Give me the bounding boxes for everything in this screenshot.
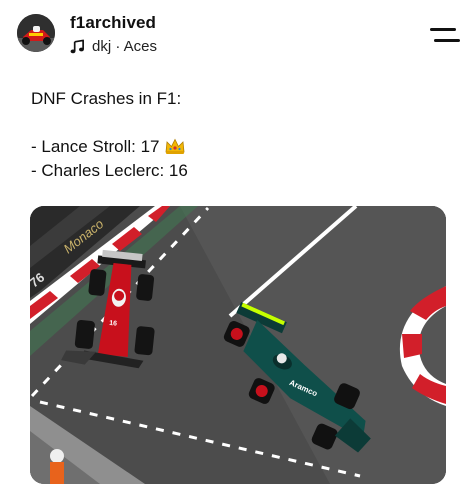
music-attribution[interactable]: dkj · Aces [70, 38, 157, 55]
music-note-icon [70, 39, 84, 54]
post-header: f1archived dkj · Aces [0, 0, 472, 70]
avatar[interactable] [17, 14, 55, 52]
caption-item-stroll: - Lance Stroll: 17 [31, 135, 188, 159]
music-label: dkj · Aces [92, 38, 158, 55]
post-caption: DNF Crashes in F1: - Lance Stroll: 17 - … [31, 87, 188, 183]
post-image[interactable]: Monaco 76 16 Aramco [30, 206, 446, 484]
avatar-image [17, 14, 55, 52]
menu-button[interactable] [430, 24, 460, 46]
username[interactable]: f1archived [70, 13, 156, 33]
caption-title: DNF Crashes in F1: [31, 89, 182, 108]
menu-icon [430, 28, 456, 31]
race-photo: Monaco 76 16 Aramco [30, 206, 446, 484]
svg-text:16: 16 [109, 320, 118, 328]
caption-item-leclerc: - Charles Leclerc: 16 [31, 161, 188, 180]
